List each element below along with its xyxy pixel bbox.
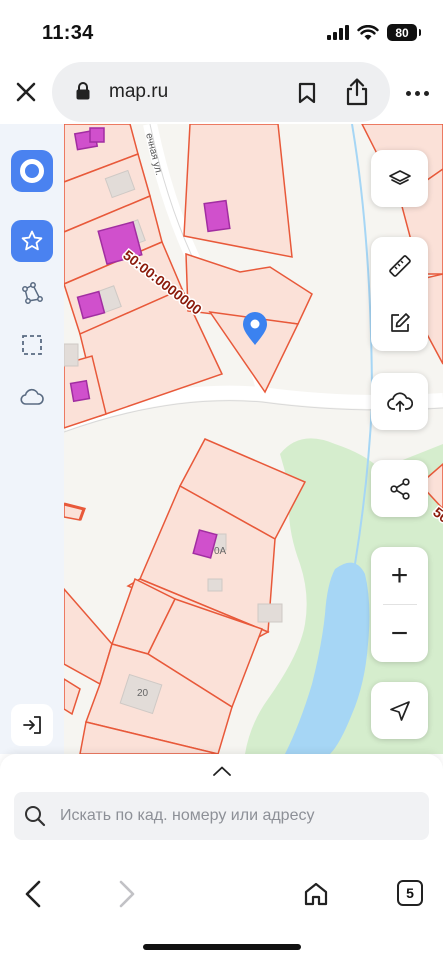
navigation-arrow-icon [389,700,410,721]
search-icon [25,806,46,827]
status-icons: 80 [327,24,421,41]
sign-in-icon [23,716,41,734]
close-icon [16,82,36,102]
parcel [63,677,81,716]
bookmark-icon [298,82,316,104]
address-bar[interactable]: map.ru [52,62,390,122]
home-icon [304,882,328,906]
more-dot-icon [423,90,429,96]
logo-icon [20,159,44,183]
share-map-button[interactable] [371,460,428,517]
chevron-left-icon [25,880,41,908]
draw-polygon-button[interactable] [11,272,53,314]
expand-sheet-button[interactable] [207,760,237,782]
ruler-button[interactable] [371,237,428,294]
favorites-button[interactable] [11,220,53,262]
status-time: 11:34 [42,22,94,44]
more-dot-icon [405,90,411,96]
app-logo-button[interactable] [11,150,53,192]
close-button[interactable] [10,74,42,110]
sign-in-button[interactable] [11,704,53,746]
minus-icon: − [390,616,409,650]
share-button[interactable] [340,75,374,109]
my-location-button[interactable] [371,682,428,739]
share-icon [346,78,368,106]
tabs-button[interactable]: 5 [397,880,423,906]
status-bar: 11:34 80 [0,0,443,62]
zoom-in-button[interactable]: + [371,547,428,604]
share-nodes-icon [389,477,410,500]
plus-icon: + [390,558,409,592]
wifi-icon [357,24,379,40]
locate-card [371,682,428,739]
back-button[interactable] [18,878,48,910]
more-options-button[interactable] [400,80,434,106]
bookmark-button[interactable] [292,78,322,108]
house-number: 0А [214,546,227,557]
more-dot-icon [414,90,420,96]
polygon-tool-icon [22,282,43,304]
edit-icon [390,312,410,332]
ruler-icon [388,254,411,277]
edit-button[interactable] [371,294,428,351]
select-area-button[interactable] [11,324,53,366]
cloud-icon [20,388,44,405]
browser-top-bar: map.ru [0,62,443,124]
cloud-upload-icon [386,391,413,412]
url-text: map.ru [109,81,169,102]
star-icon [21,230,43,251]
search-input[interactable] [60,792,420,840]
upload-card [371,373,428,430]
measure-edit-card [371,237,428,351]
battery-icon: 80 [387,24,421,41]
select-area-icon [22,335,42,355]
home-button[interactable] [300,878,332,910]
bottom-sheet [0,754,443,864]
zoom-out-button[interactable]: − [371,605,428,662]
forward-button[interactable] [112,878,142,910]
lock-icon [76,82,90,100]
upload-button[interactable] [371,373,428,430]
chevron-up-icon [213,766,231,776]
layers-button[interactable] [371,150,428,207]
chevron-right-icon [119,880,135,908]
search-box [14,792,429,840]
cloud-button[interactable] [11,376,53,418]
left-sidebar [0,124,64,754]
browser-bottom-toolbar: 5 [0,864,443,960]
zoom-card: + − [371,547,428,662]
signal-icon [327,25,349,40]
house-number: 20 [137,688,149,699]
layers-icon [388,169,411,185]
share-map-card [371,460,428,517]
home-indicator [143,944,301,950]
parcel [185,252,313,325]
layers-card [371,150,428,207]
parcel [183,124,293,258]
